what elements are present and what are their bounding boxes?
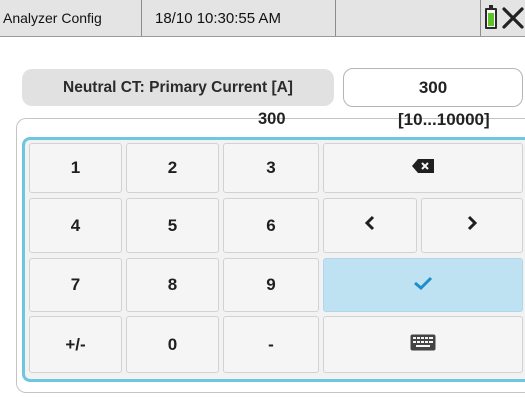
key-6[interactable]: 6 bbox=[223, 198, 319, 253]
arrow-right-icon bbox=[466, 215, 478, 236]
key-3[interactable]: 3 bbox=[223, 143, 319, 193]
key-0[interactable]: 0 bbox=[126, 316, 219, 373]
key-5[interactable]: 5 bbox=[126, 198, 219, 253]
keypad: 1 2 3 4 5 6 7 8 9 +/- 0 - bbox=[22, 137, 525, 382]
key-2[interactable]: 2 bbox=[126, 143, 219, 193]
sign-key[interactable]: +/- bbox=[29, 316, 122, 373]
parameter-label: Neutral CT: Primary Current [A] bbox=[22, 69, 334, 106]
minus-key[interactable]: - bbox=[223, 316, 319, 373]
app-name: Analyzer Config bbox=[0, 0, 142, 36]
key-1[interactable]: 1 bbox=[29, 143, 122, 193]
confirm-key[interactable] bbox=[323, 258, 523, 312]
keyboard-key[interactable] bbox=[323, 316, 523, 373]
status-blank bbox=[336, 0, 481, 36]
parameter-value-field[interactable]: 300 bbox=[343, 68, 523, 107]
key-4[interactable]: 4 bbox=[29, 198, 122, 253]
cursor-right-key[interactable] bbox=[421, 198, 523, 253]
cursor-left-key[interactable] bbox=[323, 198, 417, 253]
key-7[interactable]: 7 bbox=[29, 258, 122, 312]
close-icon[interactable] bbox=[501, 5, 525, 31]
battery-icon bbox=[485, 5, 497, 29]
range-label: [10...10000] bbox=[398, 110, 490, 129]
keyboard-icon bbox=[410, 334, 436, 356]
backspace-icon bbox=[411, 158, 435, 179]
key-9[interactable]: 9 bbox=[223, 258, 319, 312]
check-icon bbox=[413, 275, 433, 296]
arrow-left-icon bbox=[364, 215, 376, 236]
entry-display: 300 bbox=[258, 110, 286, 128]
title-bar: Analyzer Config 18/10 10:30:55 AM bbox=[0, 0, 525, 37]
datetime: 18/10 10:30:55 AM bbox=[142, 0, 336, 36]
key-8[interactable]: 8 bbox=[126, 258, 219, 312]
backspace-key[interactable] bbox=[323, 143, 523, 193]
